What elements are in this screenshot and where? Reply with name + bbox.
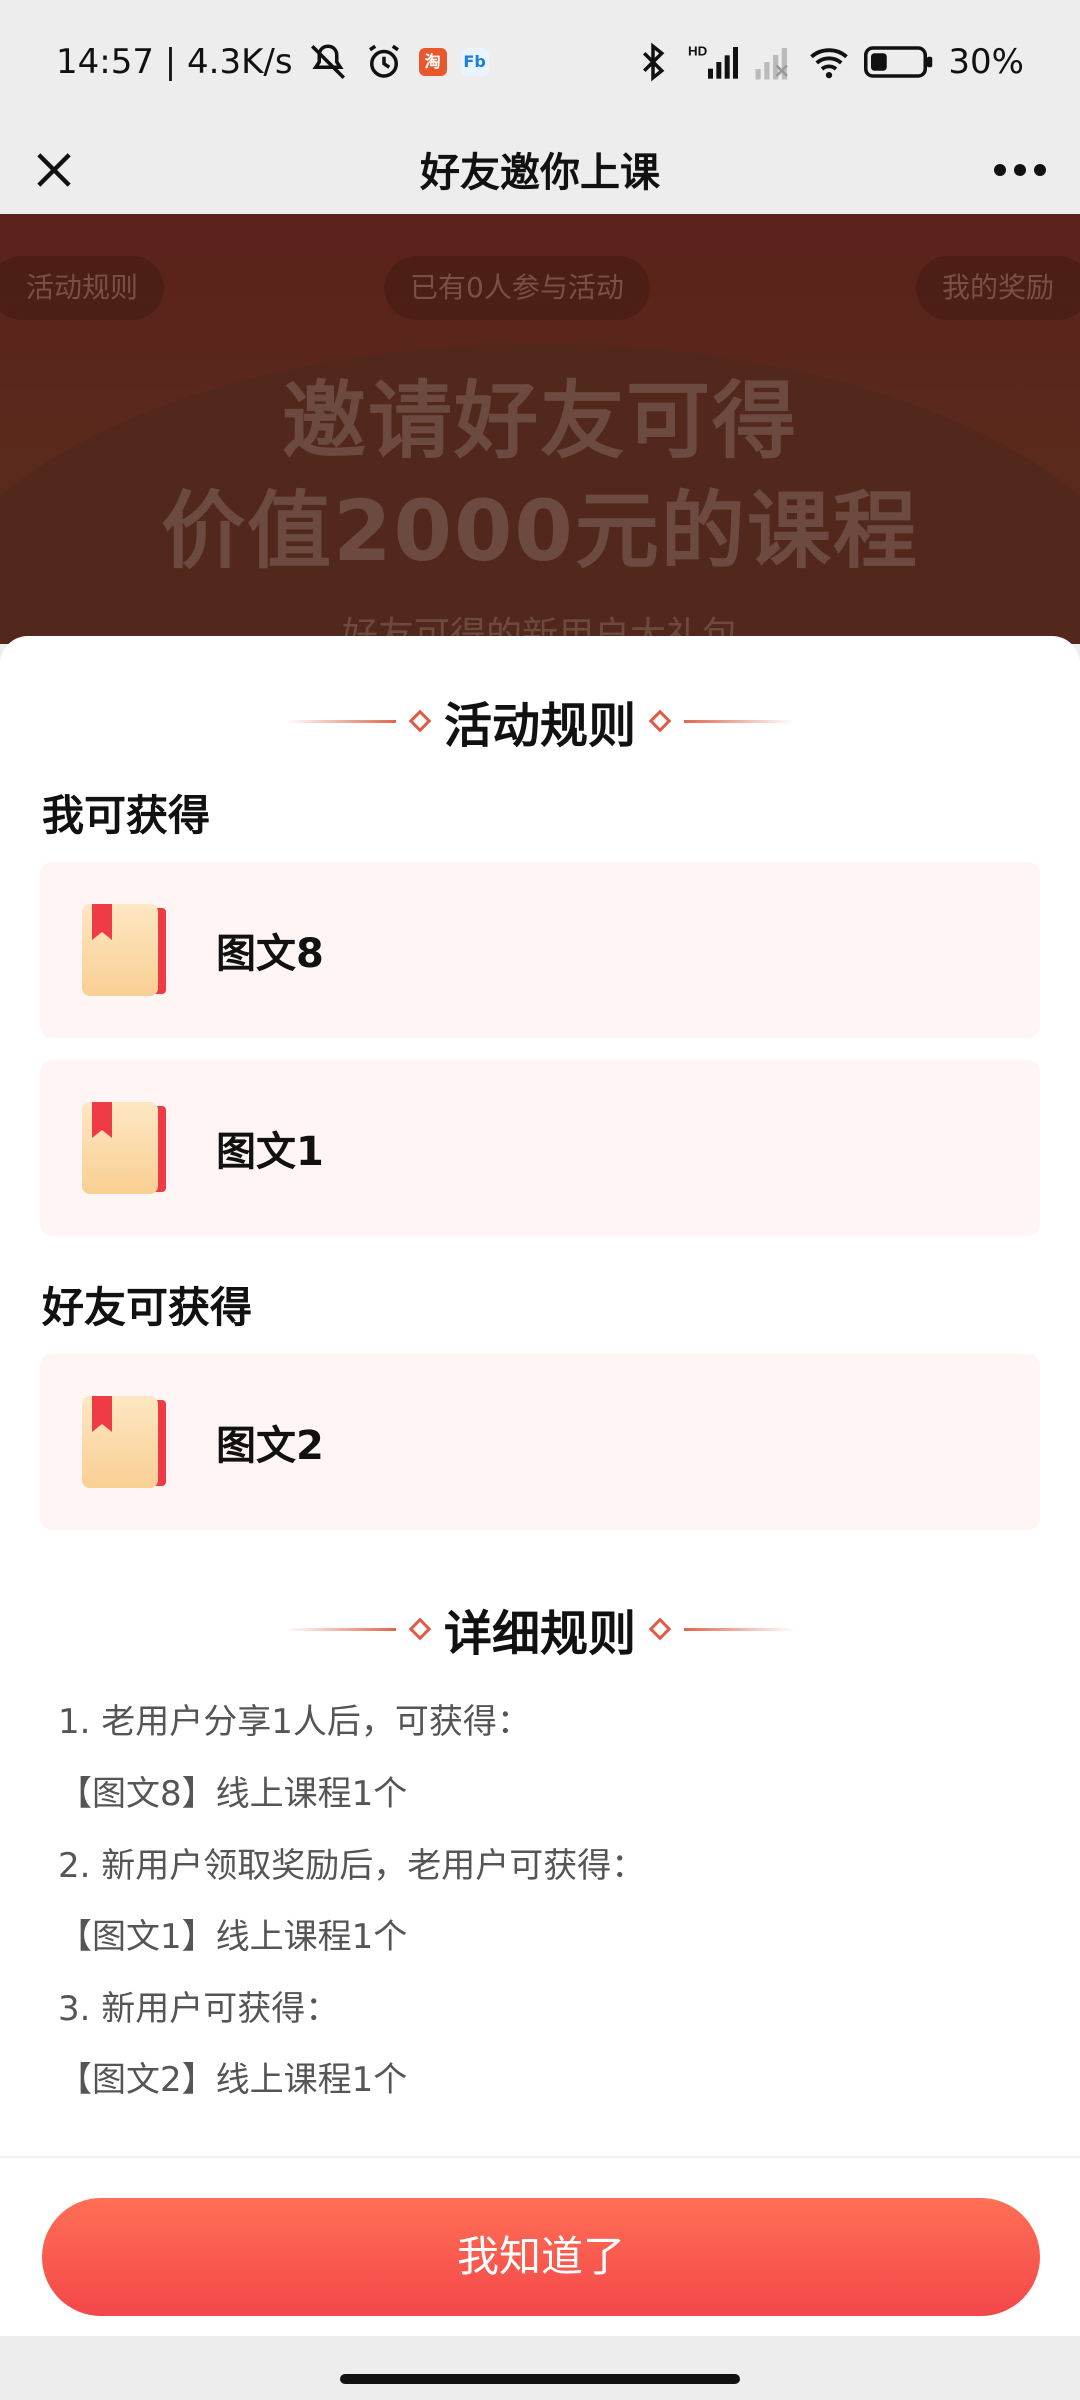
- bluetooth-icon: [643, 42, 665, 82]
- rewards-pill[interactable]: 我的奖励: [915, 256, 1080, 320]
- divider-line: [684, 1627, 794, 1631]
- rule-text: 【图文8】线上课程1个: [58, 1774, 408, 1814]
- course-book-icon: [82, 904, 166, 996]
- reward-card-label: 图文1: [216, 1129, 324, 1175]
- hero-title-line2: 价值2000元的课程: [161, 482, 919, 580]
- home-indicator[interactable]: [340, 2374, 740, 2384]
- status-left: 14:57 | 4.3K/s 淘 Fb: [56, 41, 489, 83]
- divider-line: [684, 719, 794, 723]
- rule-text: 【图文2】线上课程1个: [58, 2060, 408, 2100]
- rule-text: 3. 新用户可获得：: [58, 1989, 340, 2029]
- reward-card-label: 图文2: [216, 1423, 324, 1469]
- divider-line: [285, 1627, 396, 1631]
- diamond-icon: [408, 709, 432, 733]
- status-bar: 14:57 | 4.3K/s 淘 Fb HD 30%: [0, 0, 1080, 124]
- mute-bell-icon: [310, 44, 345, 79]
- signal-hd-icon: HD: [688, 43, 739, 79]
- participants-pill: 已有0人参与活动: [384, 256, 650, 320]
- nav-bar: 好友邀你上课: [0, 124, 1080, 214]
- rule-text: 【图文1】线上课程1个: [58, 1917, 408, 1957]
- rules-sheet: 活动规则 我可获得 图文8 图文1 好友可获得 图文2 详细规则 1. 老用户分…: [0, 636, 1080, 2400]
- more-icon[interactable]: [988, 144, 1052, 196]
- rules-pill[interactable]: 活动规则: [0, 256, 165, 320]
- divider-line: [285, 719, 396, 723]
- sheet-footer: 我知道了: [0, 2156, 1080, 2336]
- reward-card-label: 图文8: [216, 931, 324, 977]
- ok-button[interactable]: 我知道了: [42, 2198, 1040, 2316]
- diamond-icon: [408, 1617, 432, 1641]
- reward-card: 图文1: [40, 1060, 1040, 1236]
- section-title-details: 详细规则: [443, 1606, 636, 1662]
- section-header-rules: 活动规则: [0, 686, 1080, 756]
- battery-percent: 30%: [948, 42, 1024, 82]
- course-book-icon: [82, 1396, 166, 1488]
- rule-text: 2. 新用户领取奖励后，老用户可获得：: [58, 1846, 646, 1886]
- hero-banner: 活动规则 已有0人参与活动 我的奖励 邀请好友可得 价值2000元的课程 好友可…: [0, 214, 1080, 644]
- diamond-icon: [648, 709, 672, 733]
- alarm-icon: [368, 44, 399, 78]
- section-title-rules: 活动规则: [443, 698, 636, 754]
- battery-icon: [864, 46, 933, 78]
- svg-text:HD: HD: [688, 43, 708, 58]
- wifi-icon: [810, 48, 849, 79]
- fb-app-icon: Fb: [460, 48, 489, 76]
- course-book-icon: [82, 1102, 166, 1194]
- signal-weak-icon: [755, 48, 789, 80]
- time-speed-text: 14:57 | 4.3K/s: [56, 42, 293, 82]
- reward-card: 图文8: [40, 862, 1040, 1038]
- gesture-area: [0, 2336, 1080, 2400]
- hero-title-line1: 邀请好友可得: [281, 372, 798, 470]
- page-title: 好友邀你上课: [420, 150, 660, 196]
- friend-rewards-title: 好友可获得: [42, 1283, 253, 1332]
- my-rewards-title: 我可获得: [42, 791, 211, 840]
- close-icon[interactable]: [28, 144, 80, 196]
- section-header-details: 详细规则: [0, 1594, 1080, 1664]
- diamond-icon: [648, 1617, 672, 1641]
- taobao-app-icon: 淘: [418, 48, 447, 76]
- status-right: HD 30%: [632, 41, 1024, 83]
- rule-text: 1. 老用户分享1人后，可获得：: [58, 1702, 531, 1742]
- reward-card: 图文2: [40, 1354, 1040, 1530]
